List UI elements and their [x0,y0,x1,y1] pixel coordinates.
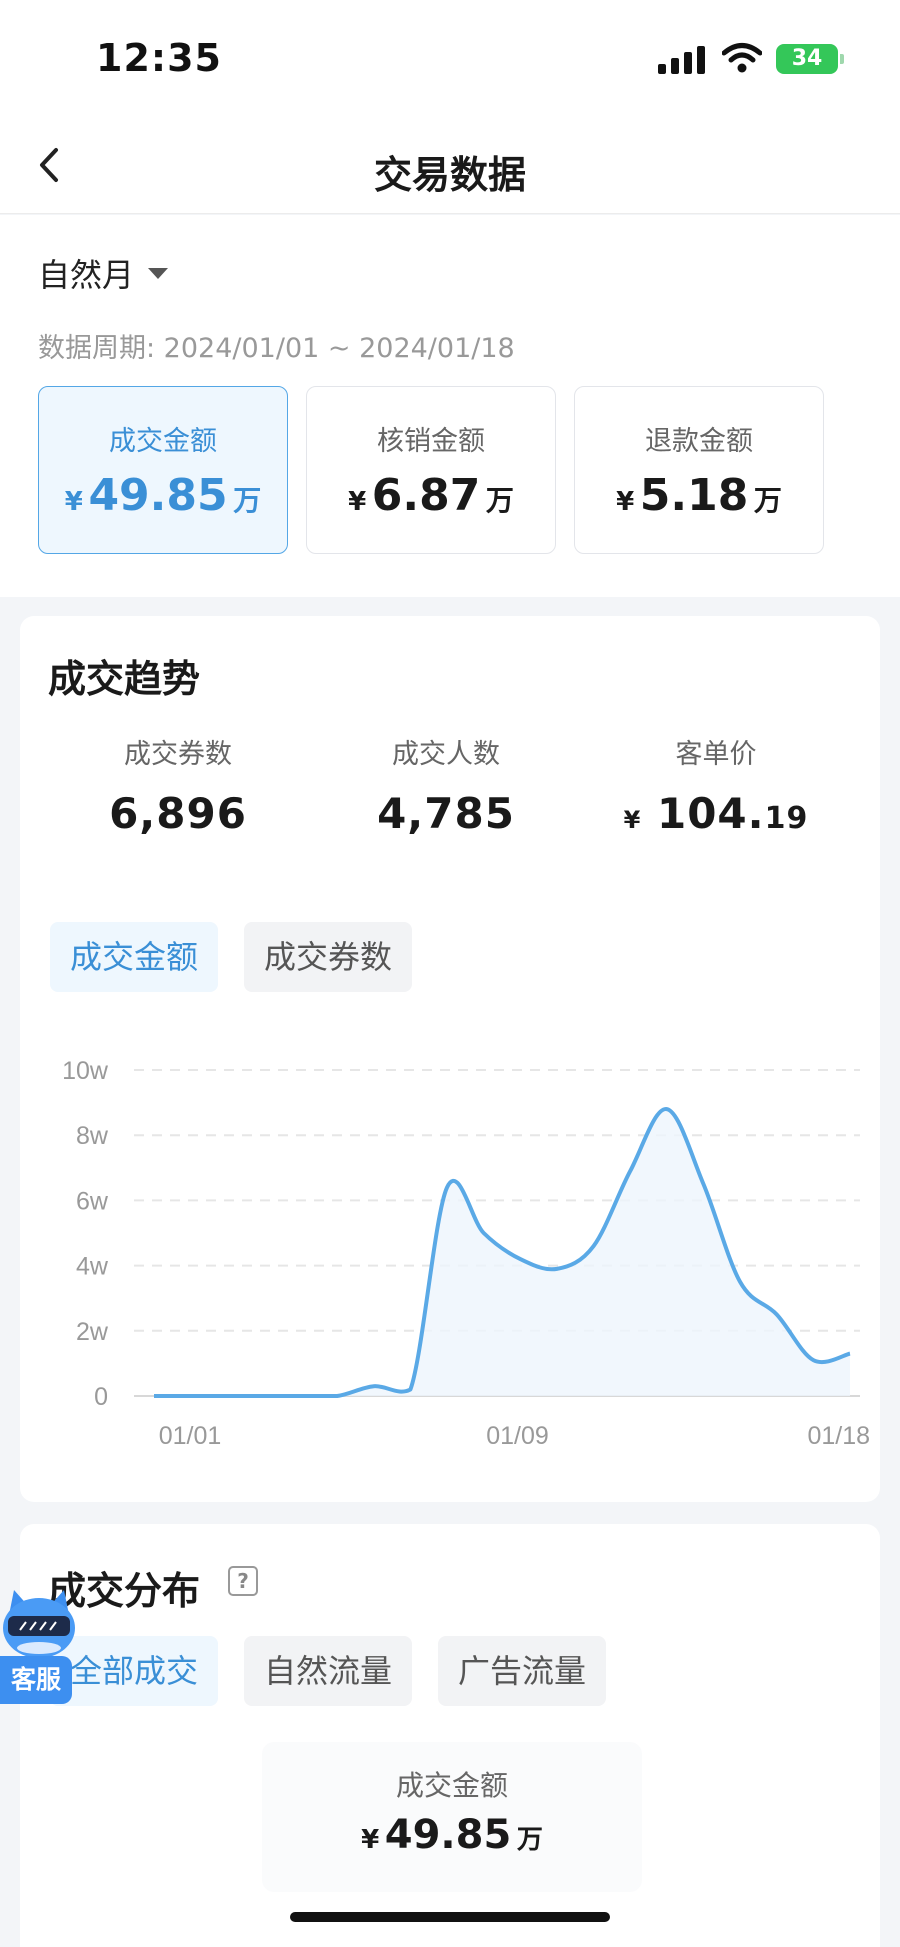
y-tick-label: 2w [76,1318,109,1346]
distribution-summary: 成交金额 ¥ 49.85 万 [262,1742,642,1892]
metric-label: 成交金额 [109,426,217,457]
summary-value: ¥ 49.85 万 [361,1812,543,1858]
series-area [154,1109,850,1396]
stat-label: 成交人数 [392,739,500,770]
metric-value: ¥ 49.85 万 [64,470,262,521]
x-tick-label: 01/09 [486,1422,549,1450]
x-tick-label: 01/01 [159,1422,222,1450]
period-type-dropdown[interactable]: 自然月 [38,250,169,296]
cellular-signal-icon [658,46,705,74]
metric-card-redeemed-amount[interactable]: 核销金额 ¥ 6.87 万 [306,386,556,554]
battery-icon: 34 [776,44,838,74]
battery-tip [840,54,844,64]
metric-label: 退款金额 [645,426,753,457]
help-icon[interactable]: ? [228,1566,258,1596]
tab-organic-traffic[interactable]: 自然流量 [244,1636,413,1706]
trend-chart: 0 2w 4w 6w 8w 10w 01/01 01/09 01/18 [62,1057,870,1450]
page-title: 交易数据 [373,153,526,197]
stat-avg-price: 客单价 ¥ 104.19 [586,732,846,838]
stat-label: 成交券数 [124,739,232,770]
tab-ad-traffic[interactable]: 广告流量 [438,1636,607,1706]
y-tick-label: 10w [62,1057,109,1085]
stat-label: 客单价 [675,739,757,770]
caret-down-icon [148,267,169,279]
metric-value: ¥ 6.87 万 [348,470,514,521]
metric-card-deal-amount[interactable]: 成交金额 ¥ 49.85 万 [38,386,288,554]
stat-value: 6,896 [109,789,247,838]
stat-buyer-count: 成交人数 4,785 [316,732,576,838]
y-tick-label: 0 [94,1383,108,1411]
period-type-label: 自然月 [38,256,135,294]
stat-coupon-count: 成交券数 6,896 [48,732,308,838]
tab-coupon-count[interactable]: 成交券数 [244,922,413,992]
status-time: 12:35 [96,36,222,80]
summary-label: 成交金额 [395,1769,508,1802]
wifi-icon [722,43,762,73]
metric-card-refund-amount[interactable]: 退款金额 ¥ 5.18 万 [574,386,824,554]
stat-value: 4,785 [377,789,515,838]
trend-title: 成交趋势 [48,657,201,701]
y-tick-label: 6w [76,1187,109,1215]
y-tick-label: 4w [76,1253,109,1281]
home-indicator [290,1912,610,1922]
period-range-text: 数据周期: 2024/01/01 ~ 2024/01/18 [38,333,515,364]
y-tick-label: 8w [76,1122,109,1150]
tab-deal-amount[interactable]: 成交金额 [50,922,219,992]
customer-service-button[interactable]: 客服 [0,1656,72,1704]
x-tick-label: 01/18 [807,1422,870,1450]
stat-value: ¥ 104.19 [623,789,809,838]
metric-label: 核销金额 [377,426,485,457]
metric-value: ¥ 5.18 万 [616,470,782,521]
